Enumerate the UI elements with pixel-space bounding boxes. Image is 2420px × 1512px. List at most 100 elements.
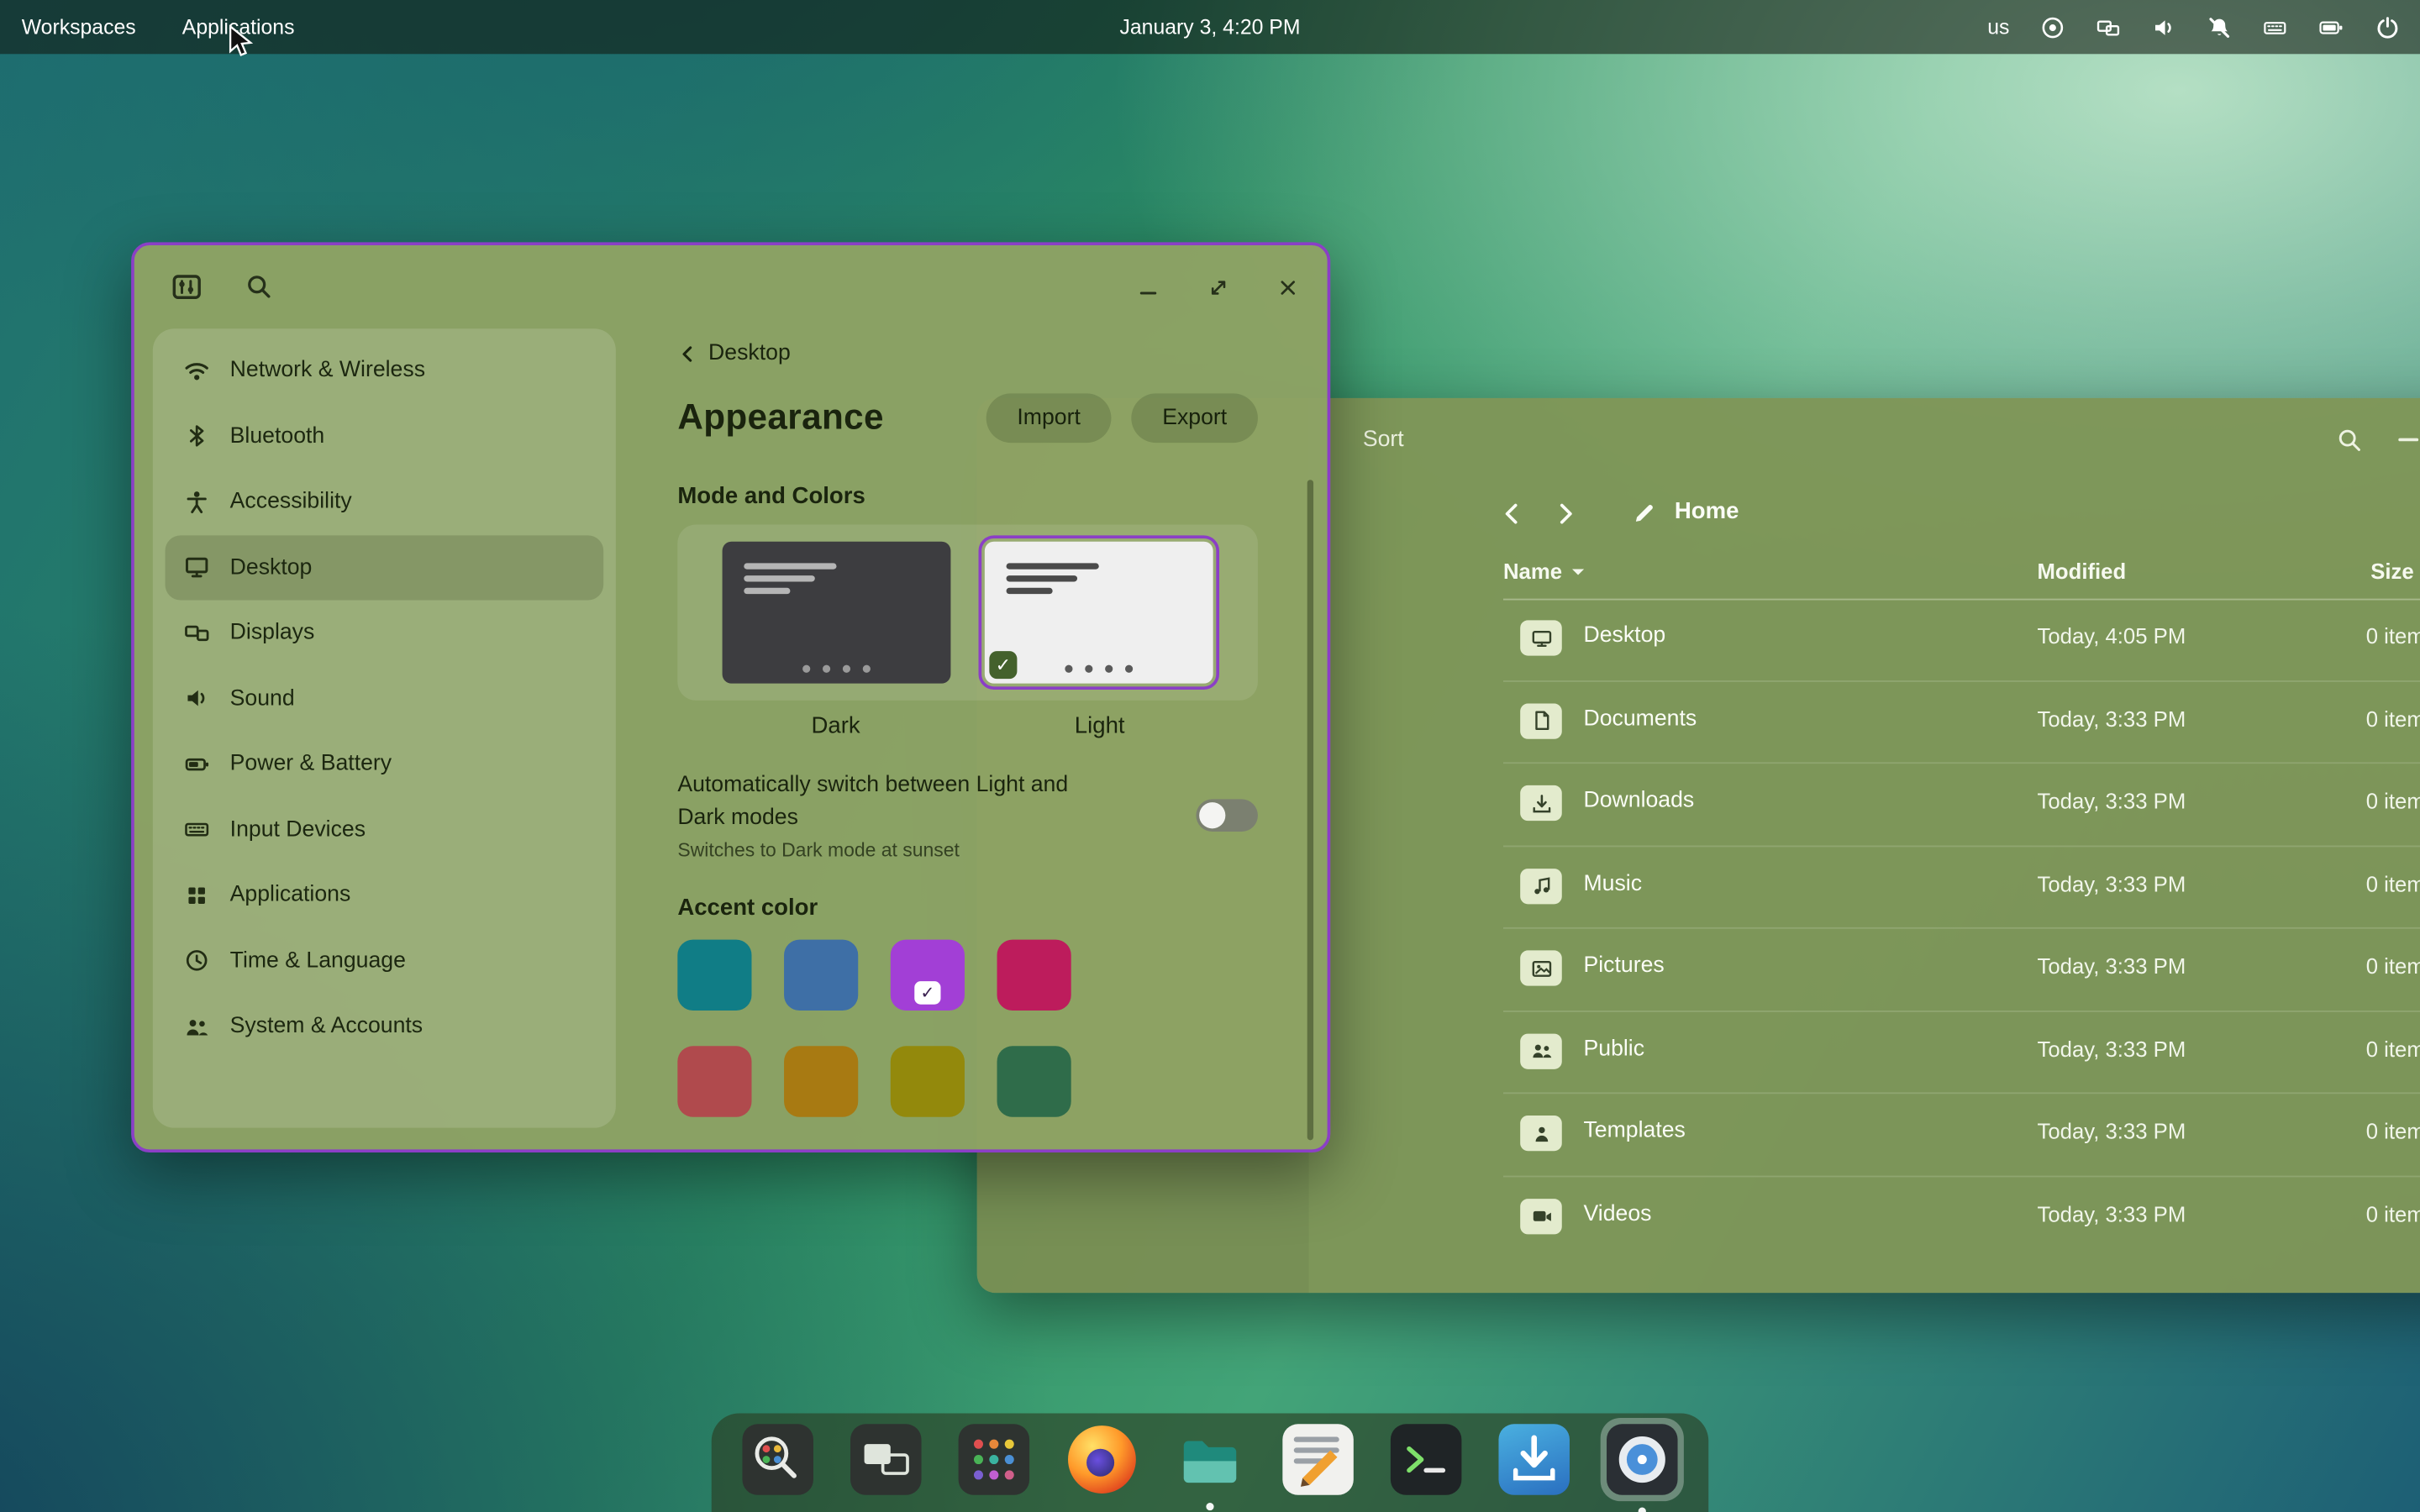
status-orb-icon[interactable] [2040, 14, 2065, 39]
clock-button[interactable]: January 3, 4:20 PM [1119, 15, 1300, 39]
notifications-disabled-icon[interactable] [2207, 14, 2232, 39]
app-library-icon [959, 1424, 1029, 1494]
dock-item-window-switcher[interactable] [850, 1424, 921, 1494]
sidebar-item-displays[interactable]: Displays [166, 600, 604, 665]
sidebar-item-accessibility[interactable]: Accessibility [166, 469, 604, 534]
maximize-button[interactable] [1202, 271, 1234, 302]
dock-item-settings[interactable] [1607, 1424, 1677, 1494]
tiling-icon[interactable] [2096, 14, 2120, 39]
downloads-folder-icon [1520, 785, 1562, 821]
accent-swatch-magenta[interactable] [997, 939, 1071, 1010]
table-row[interactable]: Downloads Today, 3:33 PM 0 items [1503, 764, 2420, 846]
file-name: Desktop [1583, 623, 1665, 648]
dock-item-app-store[interactable] [1498, 1424, 1569, 1494]
sidebar-item-applications[interactable]: Applications [166, 863, 604, 928]
app-store-icon [1498, 1424, 1569, 1494]
sidebar-item-input-devices[interactable]: Input Devices [166, 797, 604, 863]
accent-swatch-amber[interactable] [784, 1045, 858, 1116]
dock-item-files[interactable] [1175, 1424, 1245, 1494]
settings-dock-icon [1607, 1424, 1677, 1494]
accent-swatch-green[interactable] [997, 1045, 1071, 1116]
file-modified: Today, 4:05 PM [2037, 623, 2186, 648]
sidebar-item-time-language[interactable]: Time & Language [166, 928, 604, 994]
workspaces-button[interactable]: Workspaces [22, 15, 136, 39]
table-row[interactable]: Documents Today, 3:33 PM 0 items [1503, 681, 2420, 764]
accessibility-icon [182, 489, 210, 515]
file-modified: Today, 3:33 PM [2037, 789, 2186, 813]
accent-swatch-teal[interactable] [677, 939, 751, 1010]
keyboard-layout-indicator[interactable]: us [1987, 15, 2009, 39]
sort-button[interactable]: Sort [1363, 428, 1404, 452]
table-row[interactable]: Videos Today, 3:33 PM 0 items [1503, 1177, 2420, 1257]
sidebar-item-network-wireless[interactable]: Network & Wireless [166, 338, 604, 403]
auto-switch-toggle[interactable] [1196, 799, 1257, 832]
dark-mode-option[interactable] [716, 534, 957, 689]
import-button[interactable]: Import [986, 392, 1112, 442]
table-row[interactable]: Music Today, 3:33 PM 0 items [1503, 846, 2420, 928]
table-row[interactable]: Desktop Today, 4:05 PM 0 items [1503, 599, 2420, 681]
launcher-icon [742, 1424, 813, 1494]
file-size: 0 items [2366, 706, 2420, 730]
sidebar-item-system-accounts[interactable]: System & Accounts [166, 994, 604, 1059]
power-icon[interactable] [2375, 14, 2400, 39]
files-search-icon[interactable] [2335, 426, 2363, 461]
sidebar-item-bluetooth[interactable]: Bluetooth [166, 403, 604, 469]
time-language-icon [182, 948, 210, 974]
settings-search-icon[interactable] [244, 271, 273, 308]
top-panel: Workspaces Applications January 3, 4:20 … [0, 0, 2420, 54]
file-modified: Today, 3:33 PM [2037, 953, 2186, 978]
displays-icon [182, 620, 210, 646]
table-row[interactable]: Pictures Today, 3:33 PM 0 items [1503, 929, 2420, 1011]
column-name[interactable]: Name [1503, 559, 1586, 583]
dock-item-app-library[interactable] [959, 1424, 1029, 1494]
file-name: Videos [1583, 1201, 1651, 1226]
minimize-button[interactable] [1133, 271, 1164, 302]
dock-item-text-editor[interactable] [1282, 1424, 1353, 1494]
sidebar-item-desktop[interactable]: Desktop [166, 534, 604, 600]
battery-icon[interactable] [2318, 14, 2344, 39]
back-link[interactable]: Desktop [677, 341, 790, 365]
volume-icon[interactable] [2151, 14, 2175, 39]
dock [712, 1413, 1709, 1512]
file-name: Public [1583, 1036, 1644, 1060]
sidebar-item-label: Desktop [230, 555, 313, 580]
column-size[interactable]: Size [2370, 559, 2413, 583]
selected-mode-check-icon: ✓ [989, 650, 1017, 678]
file-modified: Today, 3:33 PM [2037, 1201, 2186, 1226]
table-row[interactable]: Templates Today, 3:33 PM 0 items [1503, 1094, 2420, 1176]
dock-item-launcher[interactable] [742, 1424, 813, 1494]
column-modified[interactable]: Modified [2037, 559, 2126, 583]
accent-swatch-olive[interactable] [891, 1045, 965, 1116]
files-app-icon [1175, 1424, 1245, 1494]
accent-swatch-blue[interactable] [784, 939, 858, 1010]
settings-app-icon[interactable] [171, 271, 203, 310]
documents-folder-icon [1520, 703, 1562, 738]
file-modified: Today, 3:33 PM [2037, 706, 2186, 730]
videos-folder-icon [1520, 1198, 1562, 1233]
terminal-icon [1391, 1424, 1461, 1494]
file-size: 0 items [2366, 871, 2420, 895]
running-indicator [1639, 1507, 1646, 1512]
accent-swatch-purple[interactable]: ✓ [891, 939, 965, 1010]
forward-button[interactable] [1551, 500, 1579, 535]
sidebar-item-power-battery[interactable]: Power & Battery [166, 732, 604, 797]
file-size: 0 items [2366, 1201, 2420, 1226]
dock-item-firefox[interactable] [1066, 1424, 1137, 1494]
sidebar-item-sound[interactable]: Sound [166, 666, 604, 732]
export-button[interactable]: Export [1131, 392, 1257, 442]
close-button[interactable] [1271, 271, 1302, 302]
back-button[interactable] [1498, 500, 1526, 535]
settings-content: Desktop Appearance Import Export Mode an… [677, 328, 1258, 1116]
dock-item-terminal[interactable] [1391, 1424, 1461, 1494]
text-editor-icon [1282, 1424, 1353, 1494]
pictures-folder-icon [1520, 950, 1562, 985]
table-row[interactable]: Public Today, 3:33 PM 0 items [1503, 1011, 2420, 1094]
file-size: 0 items [2366, 623, 2420, 648]
scrollbar[interactable] [1307, 480, 1313, 1140]
light-mode-option[interactable]: ✓ [978, 534, 1219, 689]
keyboard-icon[interactable] [2263, 14, 2287, 39]
file-size: 0 items [2366, 1036, 2420, 1060]
accent-swatch-red[interactable] [677, 1045, 751, 1116]
edit-location-icon[interactable] [1631, 500, 1657, 533]
files-minimize-button[interactable] [2398, 438, 2418, 442]
